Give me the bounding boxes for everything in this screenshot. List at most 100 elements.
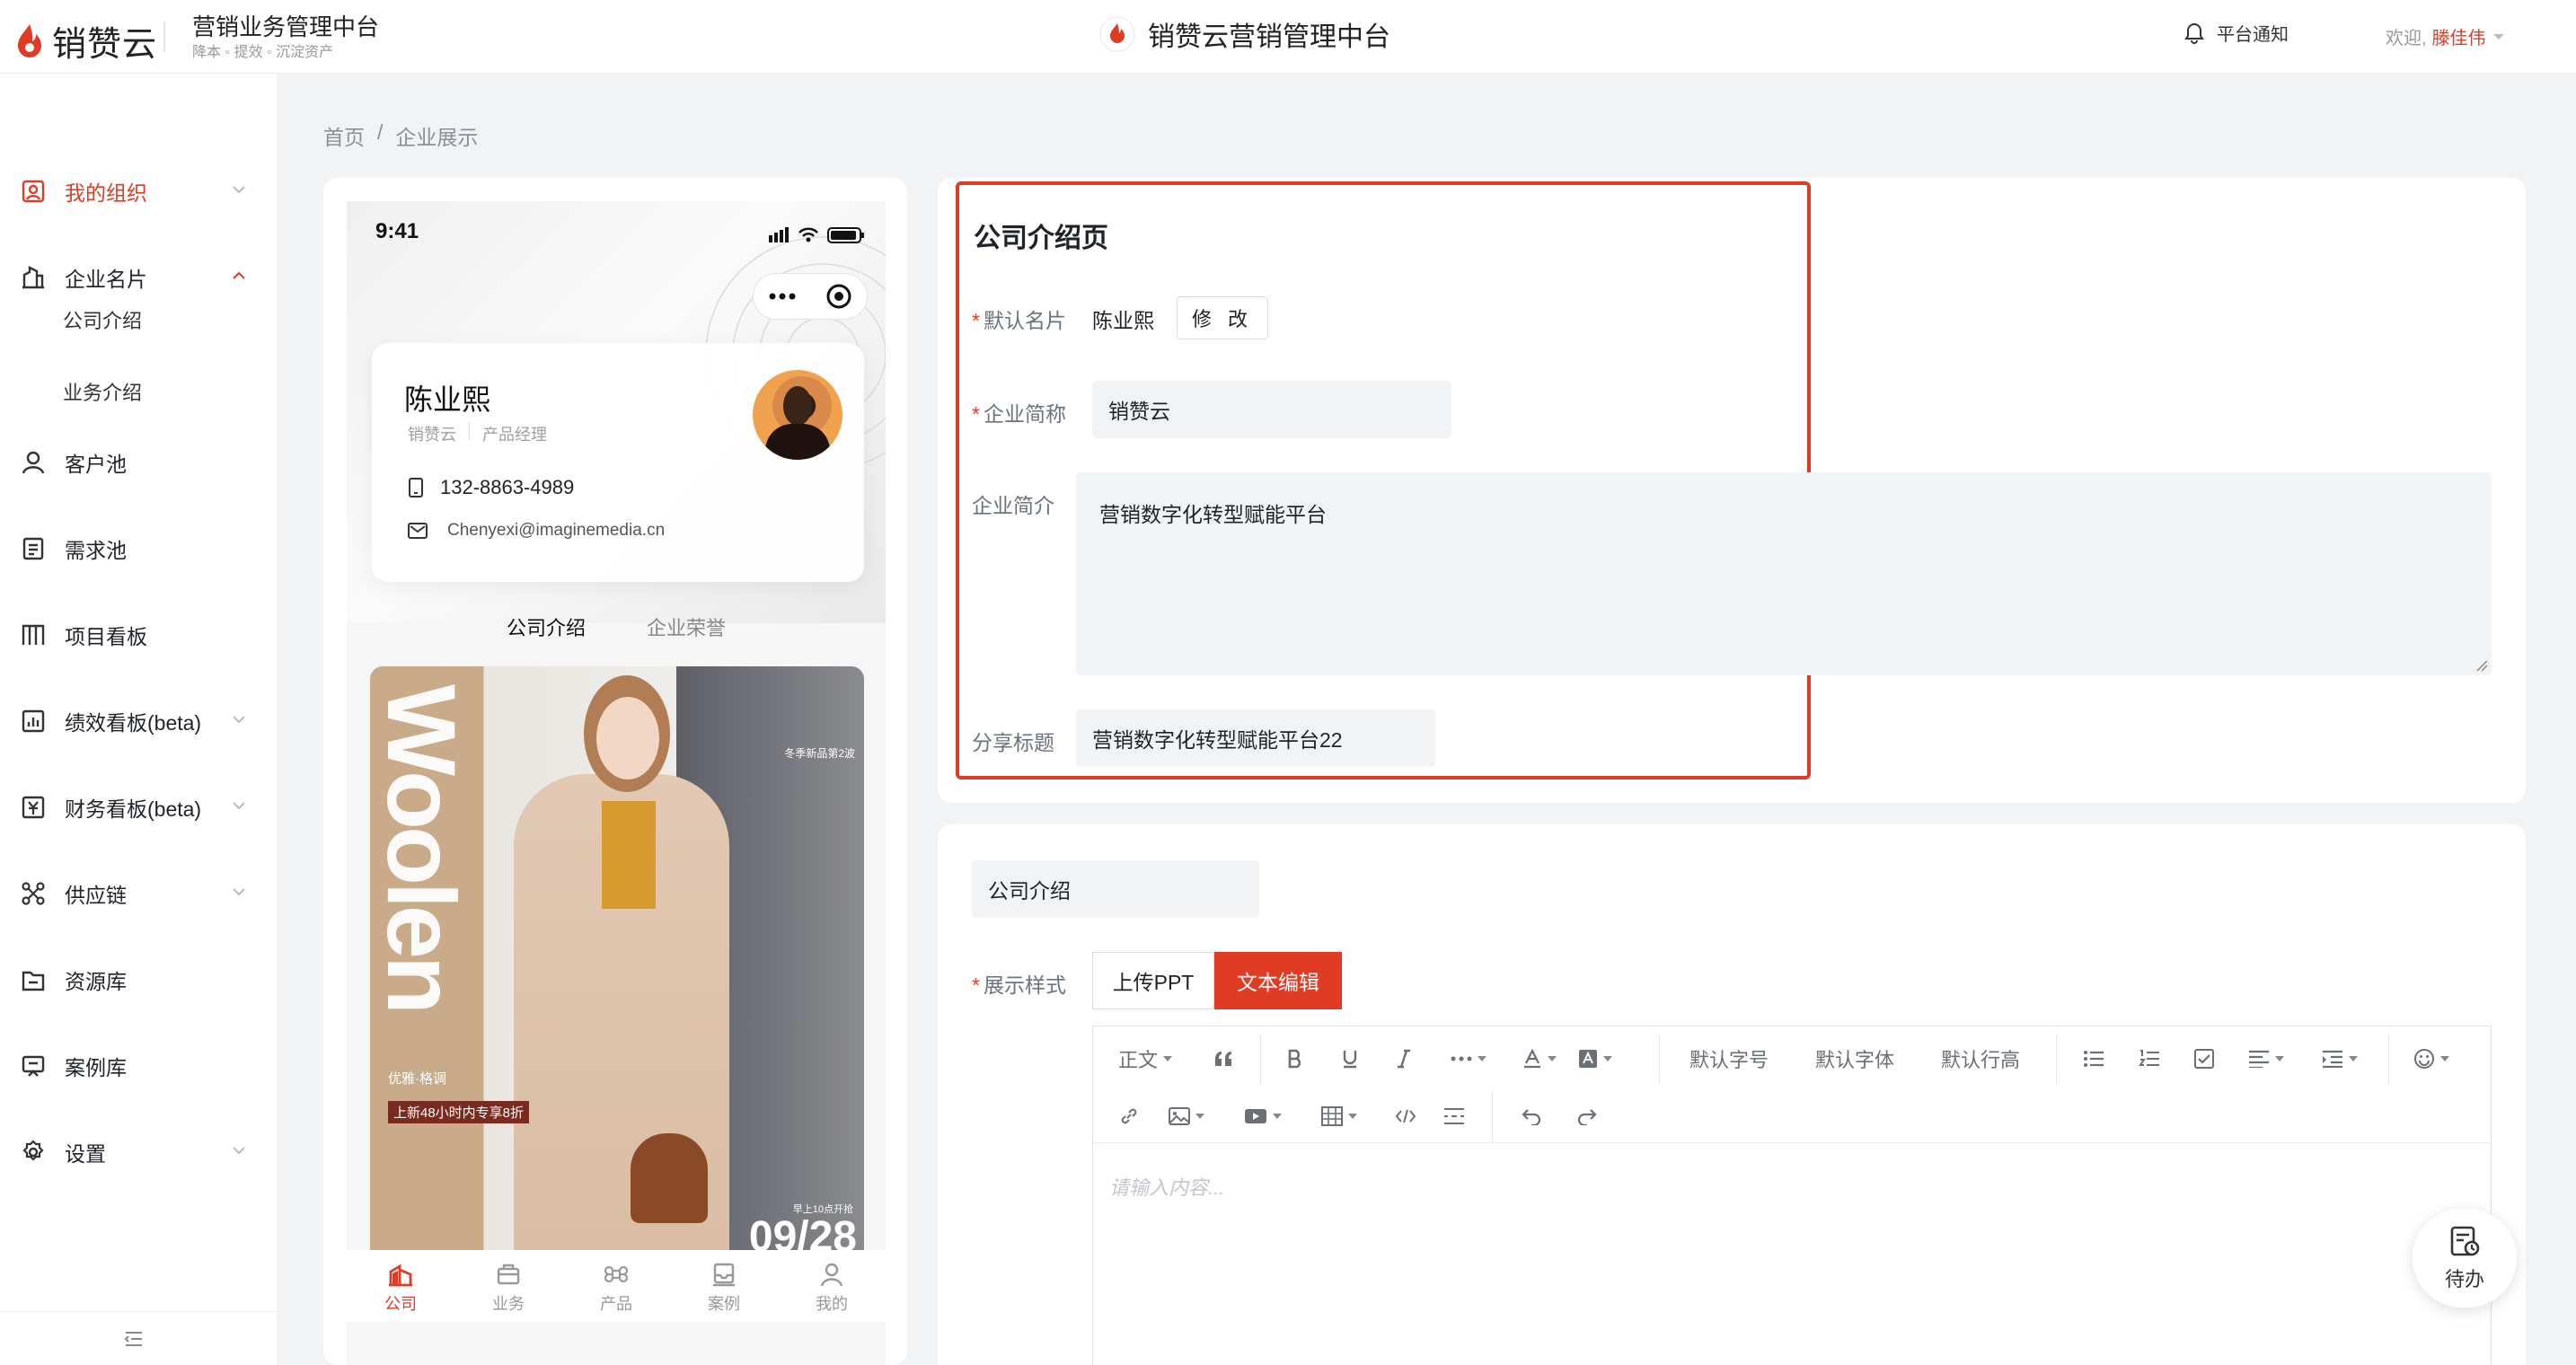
editor-toolbar: 正文 默认字号 默认字体 默认行高: [1093, 1026, 2491, 1143]
code-icon[interactable]: [1395, 1098, 1416, 1134]
numbered-list-icon[interactable]: [2139, 1041, 2160, 1077]
more-format-icon[interactable]: [1451, 1041, 1486, 1077]
phone-tab-honors[interactable]: 企业荣誉: [647, 612, 726, 657]
sidebar-item-business-card[interactable]: 企业名片: [0, 246, 277, 309]
display-style-label: * 展示样式: [972, 968, 1066, 999]
table-icon[interactable]: [1321, 1098, 1357, 1134]
company-icon: [389, 1264, 412, 1287]
bullet-list-icon[interactable]: [2083, 1041, 2104, 1077]
mail-icon: [408, 523, 428, 539]
resize-handle-icon[interactable]: [2475, 659, 2488, 672]
platform-notice[interactable]: 平台通知: [2184, 20, 2289, 46]
text-edit-button[interactable]: 文本编辑: [1214, 952, 1342, 1009]
sidebar-sub-company-intro[interactable]: 公司介绍: [63, 305, 142, 334]
sidebar-item-label: 需求池: [65, 539, 127, 562]
phone-nav-business[interactable]: 业务: [454, 1250, 562, 1322]
video-icon[interactable]: [1244, 1098, 1282, 1134]
caret-down-icon: [1478, 1056, 1486, 1061]
gear-icon: [20, 1139, 47, 1166]
todo-label: 待办: [2444, 1268, 2484, 1290]
upload-ppt-button[interactable]: 上传PPT: [1092, 952, 1214, 1009]
poster-bag: [631, 1133, 708, 1223]
divider-icon[interactable]: [1443, 1098, 1465, 1134]
undo-icon[interactable]: [1521, 1098, 1542, 1134]
bg-color-icon[interactable]: [1578, 1041, 1612, 1077]
short-name-input[interactable]: 销赞云: [1092, 381, 1451, 438]
phone-nav-company[interactable]: 公司: [347, 1250, 454, 1322]
label-text: 默认名片: [983, 309, 1066, 332]
edit-card-button[interactable]: 修 改: [1177, 296, 1268, 339]
font-family-select[interactable]: 默认字体: [1815, 1041, 1894, 1077]
caret-down-icon: [1273, 1114, 1282, 1119]
indent-icon[interactable]: [2322, 1041, 2358, 1077]
editor-placeholder[interactable]: 请输入内容...: [1109, 1172, 1224, 1201]
phone-nav-product[interactable]: 产品: [562, 1250, 670, 1322]
org-icon: [20, 178, 47, 205]
font-color-icon[interactable]: [1522, 1041, 1557, 1077]
card-company: 销赞云: [408, 426, 456, 444]
card-email[interactable]: Chenyexi@imaginemedia.cn: [408, 521, 665, 541]
font-size-select[interactable]: 默认字号: [1689, 1041, 1769, 1077]
phone-nav-label: 我的: [816, 1295, 848, 1313]
phone-tab-company-intro[interactable]: 公司介绍: [507, 609, 595, 657]
quote-icon[interactable]: [1213, 1041, 1235, 1077]
caret-down-icon: [1163, 1056, 1173, 1061]
close-target-icon[interactable]: [825, 283, 852, 310]
toolbar-separator: [1492, 1091, 1493, 1141]
more-dots-icon[interactable]: [769, 293, 796, 300]
sidebar-item-resource-library[interactable]: 资源库: [0, 948, 277, 1011]
sidebar-item-customer-pool[interactable]: 客户池: [0, 431, 277, 494]
center-title: 销赞云营销管理中台: [1099, 14, 1390, 54]
intro-textarea[interactable]: 营销数字化转型赋能平台: [1076, 472, 2492, 675]
sidebar-item-project-board[interactable]: 项目看板: [0, 603, 277, 666]
emoji-icon[interactable]: [2413, 1041, 2449, 1077]
sidebar-item-supply-chain[interactable]: 供应链: [0, 862, 277, 925]
italic-icon[interactable]: [1397, 1041, 1411, 1077]
card-phone[interactable]: 132-8863-4989: [408, 476, 574, 499]
poster-tag-discount: 上新48小时内专享8折: [388, 1101, 530, 1123]
line-height-select[interactable]: 默认行高: [1941, 1041, 2020, 1077]
breadcrumb-home[interactable]: 首页: [323, 120, 365, 151]
underline-icon[interactable]: [1341, 1041, 1359, 1077]
share-title-input[interactable]: 营销数字化转型赋能平台22: [1076, 709, 1435, 767]
sidebar-sub-business-intro[interactable]: 业务介绍: [63, 377, 142, 406]
sidebar-item-settings[interactable]: 设置: [0, 1121, 277, 1184]
sidebar-item-label: 绩效看板(beta): [65, 711, 202, 735]
sidebar-item-my-org[interactable]: 我的组织: [0, 160, 277, 223]
sidebar-item-label: 我的组织: [65, 181, 147, 205]
app-logo[interactable]: 销赞云: [14, 16, 157, 66]
phone-nav-case[interactable]: 案例: [670, 1250, 778, 1322]
card-phone-number: 132-8863-4989: [440, 476, 575, 498]
heading-select[interactable]: 正文: [1118, 1041, 1173, 1077]
sidebar-item-demand-pool[interactable]: 需求池: [0, 517, 277, 580]
sidebar-item-performance-board[interactable]: 绩效看板(beta): [0, 690, 277, 753]
flame-logo-icon: [18, 23, 41, 57]
sidebar-collapse-button[interactable]: [0, 1311, 277, 1365]
image-icon[interactable]: [1169, 1098, 1204, 1134]
caret-down-icon: [2492, 33, 2504, 40]
checklist-icon[interactable]: [2194, 1041, 2214, 1077]
align-icon[interactable]: [2248, 1041, 2284, 1077]
link-icon[interactable]: [1118, 1098, 1140, 1134]
user-menu[interactable]: 欢迎, 滕佳伟: [2386, 23, 2506, 49]
sidebar-item-case-library[interactable]: 案例库: [0, 1035, 277, 1097]
toolbar-separator: [2056, 1034, 2057, 1084]
header-divider: [163, 22, 165, 52]
breadcrumb-current: 企业展示: [395, 126, 479, 149]
sidebar-item-finance-board[interactable]: 财务看板(beta): [0, 776, 277, 839]
poster-shirt: [602, 801, 656, 909]
miniprogram-capsule[interactable]: [753, 273, 868, 320]
notice-label: 平台通知: [2217, 25, 2289, 45]
rich-text-editor: 正文 默认字号 默认字体 默认行高 请输入内容...: [1092, 1026, 2492, 1365]
avatar-face: [783, 386, 812, 426]
section-title-input[interactable]: 公司介绍: [972, 860, 1259, 918]
bold-icon[interactable]: [1287, 1041, 1303, 1077]
command-icon: [604, 1265, 629, 1283]
todo-float-button[interactable]: 待办: [2413, 1209, 2517, 1308]
phone-nav-mine[interactable]: 我的: [778, 1250, 886, 1322]
redo-icon[interactable]: [1576, 1098, 1598, 1134]
poster-headline: Woolen: [370, 684, 476, 1011]
mobile-icon: [409, 478, 423, 498]
app-subtitle: 降本 ◦ 提效 ◦ 沉淀资产: [192, 45, 334, 60]
intro-page-title: 公司介绍页: [974, 224, 1108, 253]
